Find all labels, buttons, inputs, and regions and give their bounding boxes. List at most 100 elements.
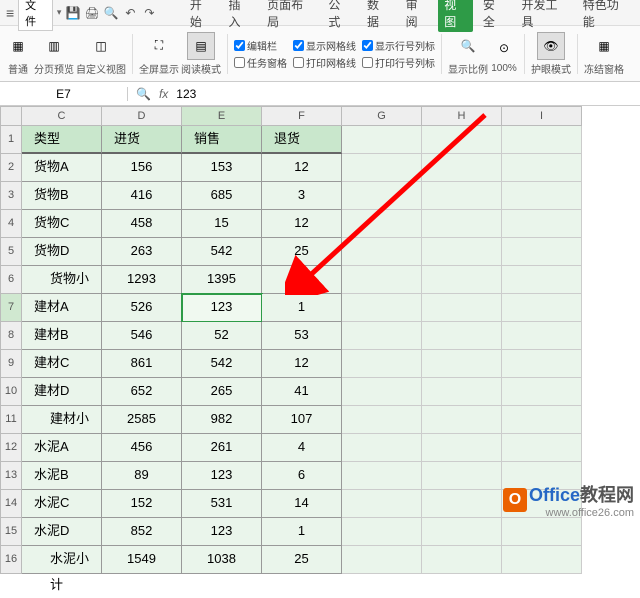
cell[interactable]: 建材小计	[22, 406, 102, 434]
cell[interactable]: 25	[262, 546, 342, 574]
cell[interactable]	[422, 378, 502, 406]
cell[interactable]: 1038	[182, 546, 262, 574]
row-header[interactable]: 14	[0, 490, 22, 518]
cell[interactable]: 建材A	[22, 294, 102, 322]
cell[interactable]	[422, 406, 502, 434]
cell[interactable]: 156	[102, 154, 182, 182]
cell[interactable]: 6	[262, 462, 342, 490]
readmode-button[interactable]: ▤ 阅读模式	[181, 32, 221, 76]
tab-insert[interactable]: 插入	[222, 0, 257, 30]
zoom-100-button[interactable]: ⊙ 100%	[490, 34, 518, 74]
col-header-F[interactable]: F	[262, 106, 342, 126]
cell[interactable]: 41	[262, 378, 342, 406]
chk-gridlines[interactable]: 显示网格线	[293, 38, 356, 53]
row-header[interactable]: 6	[0, 266, 22, 294]
cell[interactable]: 类型	[22, 126, 102, 154]
cell[interactable]: 1	[262, 294, 342, 322]
cell[interactable]	[342, 462, 422, 490]
cell[interactable]: 458	[102, 210, 182, 238]
file-dropdown-icon[interactable]: ▾	[57, 7, 62, 18]
row-header[interactable]: 4	[0, 210, 22, 238]
chk-taskpane[interactable]: 任务窗格	[234, 55, 287, 70]
select-all-corner[interactable]	[0, 106, 22, 126]
eyemode-button[interactable]: 👁 护眼模式	[531, 32, 571, 76]
cell[interactable]: 水泥A	[22, 434, 102, 462]
cell[interactable]	[502, 434, 582, 462]
chk-print-gridlines[interactable]: 打印网格线	[293, 55, 356, 70]
undo-icon[interactable]: ↶	[123, 5, 138, 21]
cell[interactable]	[422, 210, 502, 238]
col-header-E[interactable]: E	[182, 106, 262, 126]
cell[interactable]: 进货	[102, 126, 182, 154]
cell[interactable]	[422, 238, 502, 266]
cell[interactable]: 货物A	[22, 154, 102, 182]
cell[interactable]	[342, 546, 422, 574]
cell[interactable]: 1293	[102, 266, 182, 294]
cell[interactable]	[502, 546, 582, 574]
cell[interactable]: 416	[102, 182, 182, 210]
cell[interactable]: 542	[182, 238, 262, 266]
cell[interactable]: 852	[102, 518, 182, 546]
cell[interactable]: 2585	[102, 406, 182, 434]
cell[interactable]	[502, 378, 582, 406]
cell[interactable]: 25	[262, 238, 342, 266]
cell[interactable]: 263	[102, 238, 182, 266]
cell[interactable]: 123	[182, 294, 262, 322]
cell[interactable]	[422, 462, 502, 490]
cell[interactable]	[502, 154, 582, 182]
cell[interactable]	[502, 350, 582, 378]
cell[interactable]: 建材D	[22, 378, 102, 406]
cell[interactable]: 水泥C	[22, 490, 102, 518]
row-header[interactable]: 15	[0, 518, 22, 546]
row-header[interactable]: 5	[0, 238, 22, 266]
view-custom-button[interactable]: ◫ 自定义视图	[76, 32, 126, 76]
cell[interactable]	[502, 182, 582, 210]
print-icon[interactable]: 🖨	[85, 5, 100, 21]
cell[interactable]: 1	[262, 518, 342, 546]
cell[interactable]: 542	[182, 350, 262, 378]
freeze-button[interactable]: ▦ 冻结窗格	[584, 32, 624, 76]
cell[interactable]	[422, 490, 502, 518]
cell[interactable]: 53	[262, 322, 342, 350]
cell[interactable]: 建材B	[22, 322, 102, 350]
tab-developer[interactable]: 开发工具	[515, 0, 572, 30]
cell[interactable]	[502, 210, 582, 238]
cell[interactable]: 1395	[182, 266, 262, 294]
cell[interactable]	[422, 294, 502, 322]
cell[interactable]: 265	[182, 378, 262, 406]
view-normal-button[interactable]: ▦ 普通	[4, 32, 32, 76]
cell[interactable]	[502, 518, 582, 546]
cell[interactable]: 退货	[262, 126, 342, 154]
tab-formula[interactable]: 公式	[322, 0, 357, 30]
tab-start[interactable]: 开始	[184, 0, 219, 30]
cell[interactable]: 861	[102, 350, 182, 378]
file-menu[interactable]: 文件	[18, 0, 53, 31]
row-header[interactable]: 10	[0, 378, 22, 406]
view-pagebreak-button[interactable]: ▥ 分页预览	[34, 32, 74, 76]
zoom-smaller-icon[interactable]: 🔍	[136, 87, 151, 101]
cell[interactable]	[342, 182, 422, 210]
hamburger-icon[interactable]: ≡	[6, 5, 14, 21]
cell[interactable]	[342, 350, 422, 378]
cell[interactable]	[342, 238, 422, 266]
cell[interactable]	[342, 434, 422, 462]
cell[interactable]: 107	[262, 406, 342, 434]
preview-icon[interactable]: 🔍	[104, 5, 119, 21]
row-header[interactable]: 7	[0, 294, 22, 322]
cell[interactable]: 12	[262, 154, 342, 182]
col-header-I[interactable]: I	[502, 106, 582, 126]
cell[interactable]	[502, 238, 582, 266]
cell[interactable]: 685	[182, 182, 262, 210]
cell[interactable]: 546	[102, 322, 182, 350]
cell[interactable]: 销售	[182, 126, 262, 154]
cell[interactable]	[342, 518, 422, 546]
cell[interactable]	[502, 322, 582, 350]
cell[interactable]	[422, 182, 502, 210]
zoom-ratio-button[interactable]: 🔍 显示比例	[448, 32, 488, 76]
row-header[interactable]: 9	[0, 350, 22, 378]
cell[interactable]: 15	[182, 210, 262, 238]
col-header-D[interactable]: D	[102, 106, 182, 126]
cell[interactable]: 货物D	[22, 238, 102, 266]
cell[interactable]: 531	[182, 490, 262, 518]
cell[interactable]: 526	[102, 294, 182, 322]
